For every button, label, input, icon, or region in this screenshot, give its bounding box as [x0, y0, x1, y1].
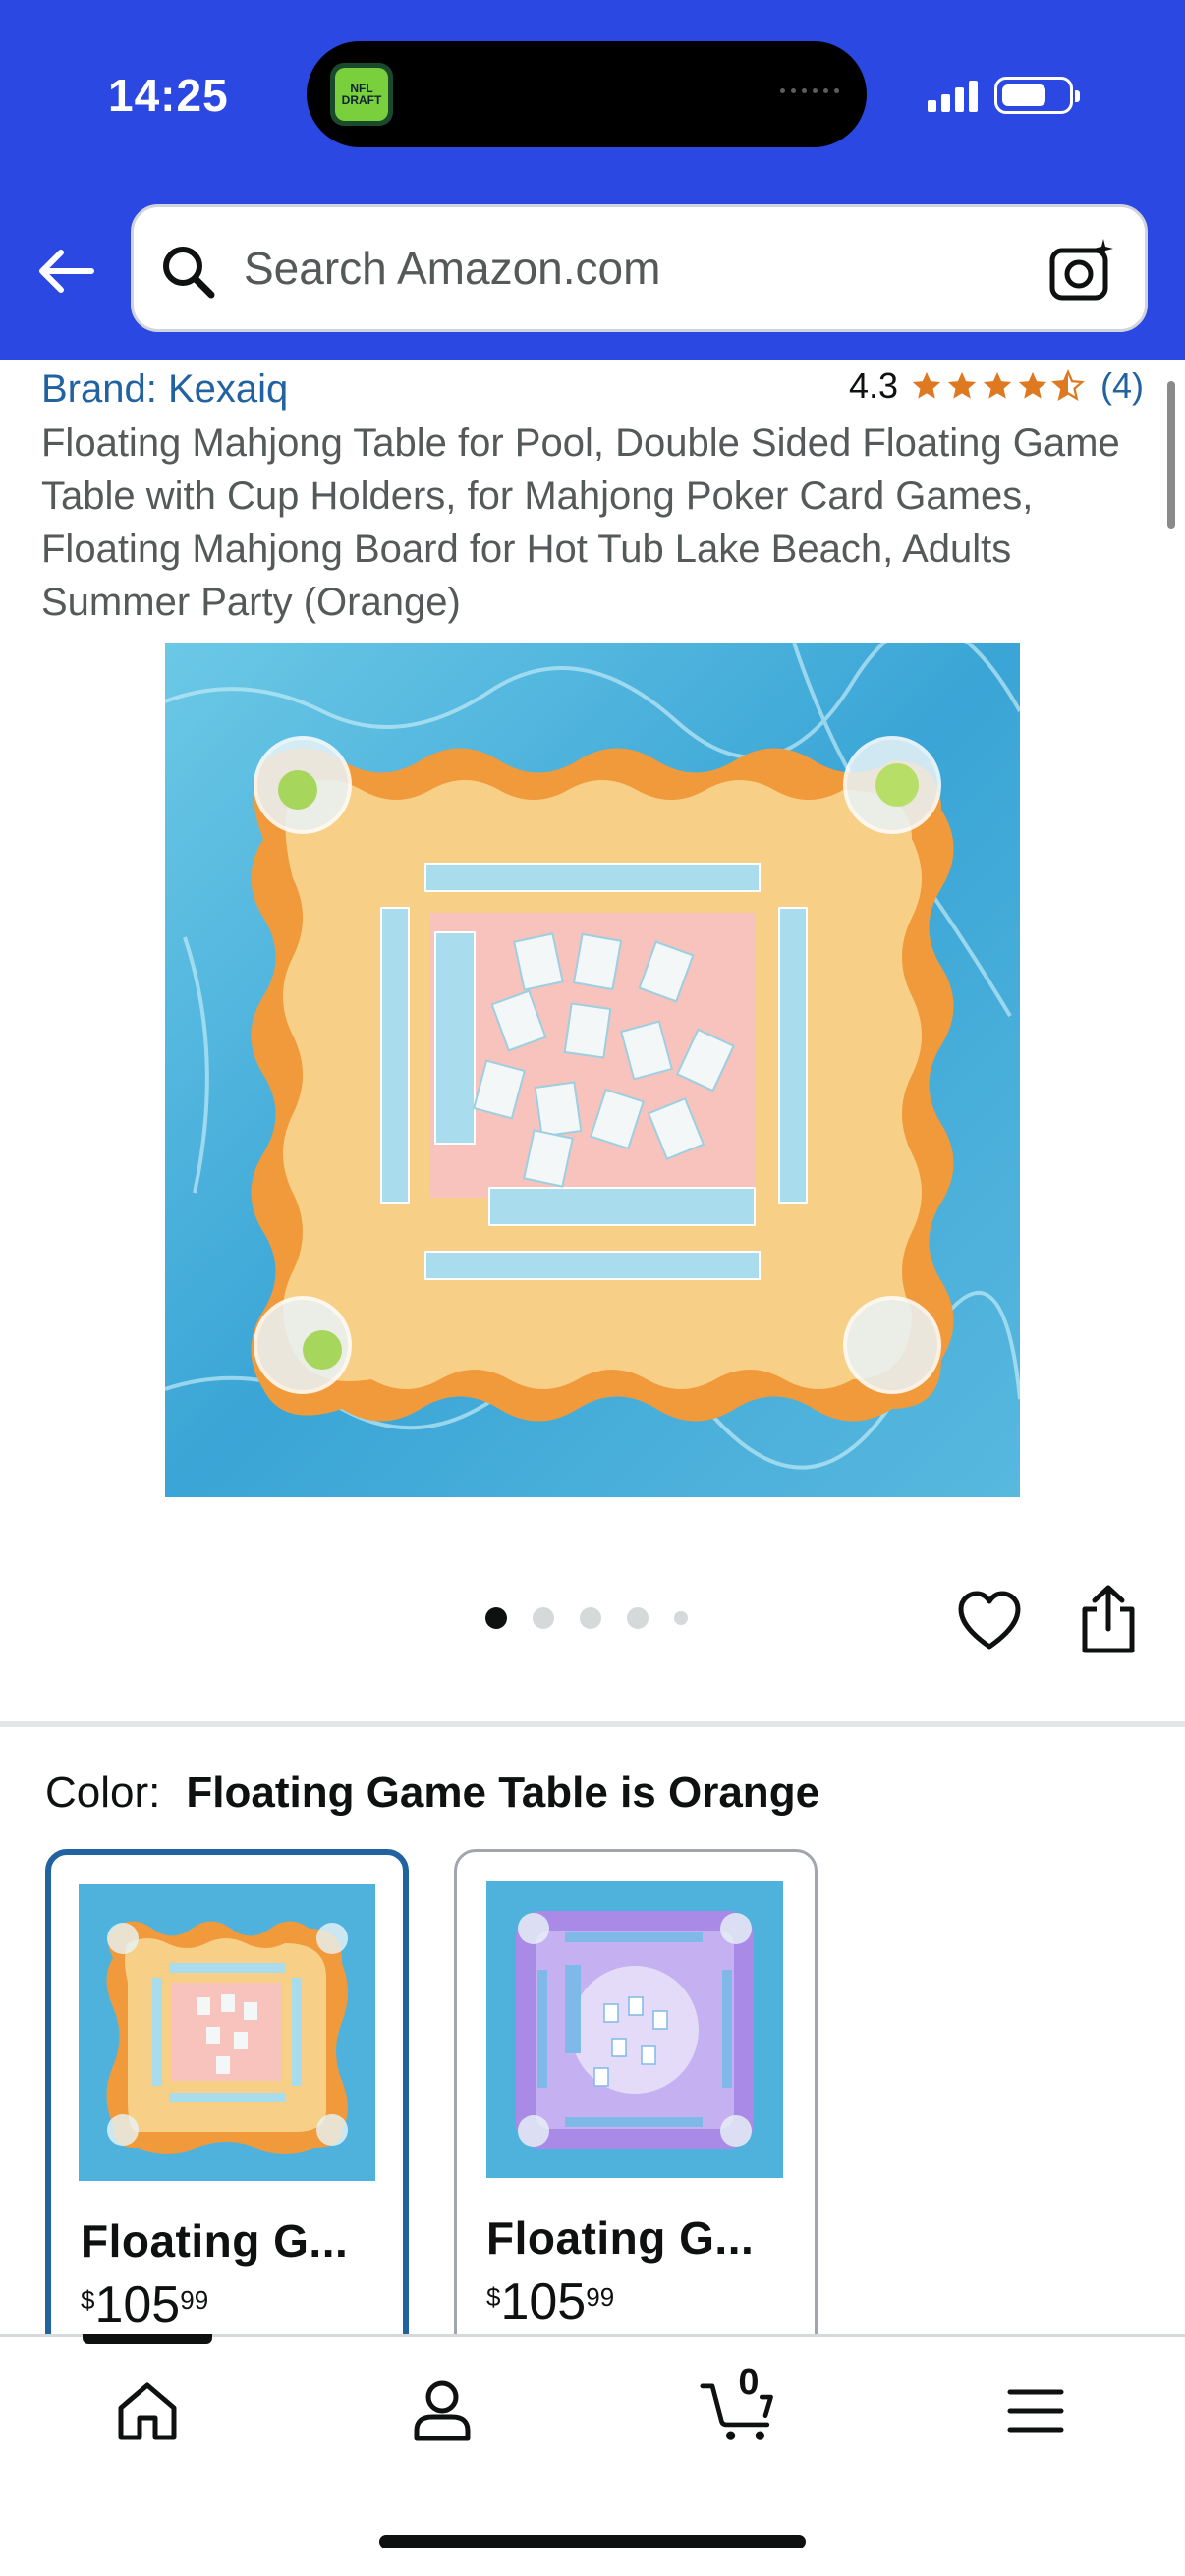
price-symbol: $ — [486, 2282, 501, 2312]
rating-summary[interactable]: 4.3 (4) — [849, 365, 1144, 407]
heart-icon[interactable] — [957, 1590, 1022, 1654]
image-carousel-dots[interactable] — [485, 1607, 688, 1629]
nfl-draft-app-icon: NFL DRAFT — [330, 63, 393, 126]
color-swatch-orange[interactable]: Floating G... $ 105 99 — [45, 1849, 409, 2360]
battery-icon — [994, 77, 1080, 114]
dynamic-island[interactable]: NFL DRAFT — [307, 41, 867, 147]
share-icon[interactable] — [1077, 1584, 1140, 1654]
search-bar[interactable] — [131, 204, 1148, 332]
nfl-draft-label: NFL DRAFT — [335, 68, 388, 121]
star-full-icon — [912, 371, 941, 399]
menu-icon — [1007, 2389, 1064, 2433]
carousel-dot[interactable] — [485, 1607, 507, 1629]
camera-lens-icon[interactable] — [1048, 237, 1117, 306]
cellular-signal-icon — [928, 79, 978, 112]
swatch-price: $ 105 99 — [486, 2274, 614, 2329]
star-half-icon — [1051, 369, 1085, 401]
app-header: 14:25 NFL DRAFT — [0, 0, 1185, 360]
nav-home-button[interactable] — [108, 2372, 187, 2450]
section-divider — [0, 1721, 1185, 1727]
rating-count-link[interactable]: (4) — [1100, 365, 1144, 407]
star-full-icon — [947, 371, 977, 399]
color-label: Color: Floating Game Table is Orange — [45, 1768, 819, 1818]
carousel-dot[interactable] — [533, 1607, 554, 1629]
swatch-name: Floating G... — [81, 2215, 349, 2267]
product-title: Floating Mahjong Table for Pool, Double … — [41, 421, 1120, 624]
color-selected-value: Floating Game Table is Orange — [186, 1768, 820, 1817]
price-fraction: 99 — [180, 2285, 209, 2315]
island-activity-dots — [780, 88, 839, 93]
home-icon — [118, 2382, 177, 2440]
back-arrow-icon — [39, 250, 94, 293]
brand-link[interactable]: Brand: Kexaiq — [41, 367, 288, 412]
star-rating — [910, 369, 1085, 403]
star-full-icon — [983, 371, 1012, 399]
carousel-dot[interactable] — [580, 1607, 601, 1629]
product-main-image[interactable] — [165, 643, 1020, 1497]
back-button[interactable] — [31, 232, 100, 310]
active-tab-indicator — [83, 2334, 212, 2344]
carousel-dot[interactable] — [627, 1607, 649, 1629]
price-symbol: $ — [81, 2285, 95, 2315]
price-whole: 105 — [94, 2276, 181, 2333]
swatch-thumbnail — [79, 1884, 375, 2181]
search-input[interactable] — [244, 207, 1049, 329]
scrollbar[interactable] — [1167, 381, 1175, 529]
rating-value: 4.3 — [848, 365, 898, 406]
search-icon — [163, 247, 215, 299]
account-icon — [414, 2380, 471, 2441]
price-whole: 105 — [500, 2273, 587, 2330]
nav-menu-button[interactable] — [996, 2372, 1075, 2450]
star-full-icon — [1018, 371, 1047, 399]
cart-count-badge: 0 — [738, 2362, 760, 2403]
color-swatch-purple[interactable]: Floating G... $ 105 99 — [454, 1849, 818, 2360]
swatch-price: $ 105 99 — [81, 2277, 208, 2332]
swatch-name: Floating G... — [486, 2212, 755, 2264]
status-time: 14:25 — [108, 70, 229, 121]
home-indicator[interactable] — [379, 2535, 806, 2548]
color-label-text: Color: — [45, 1768, 161, 1817]
price-fraction: 99 — [586, 2282, 615, 2312]
carousel-dot[interactable] — [674, 1611, 688, 1625]
swatch-thumbnail — [486, 1881, 783, 2178]
nav-account-button[interactable] — [403, 2372, 481, 2450]
